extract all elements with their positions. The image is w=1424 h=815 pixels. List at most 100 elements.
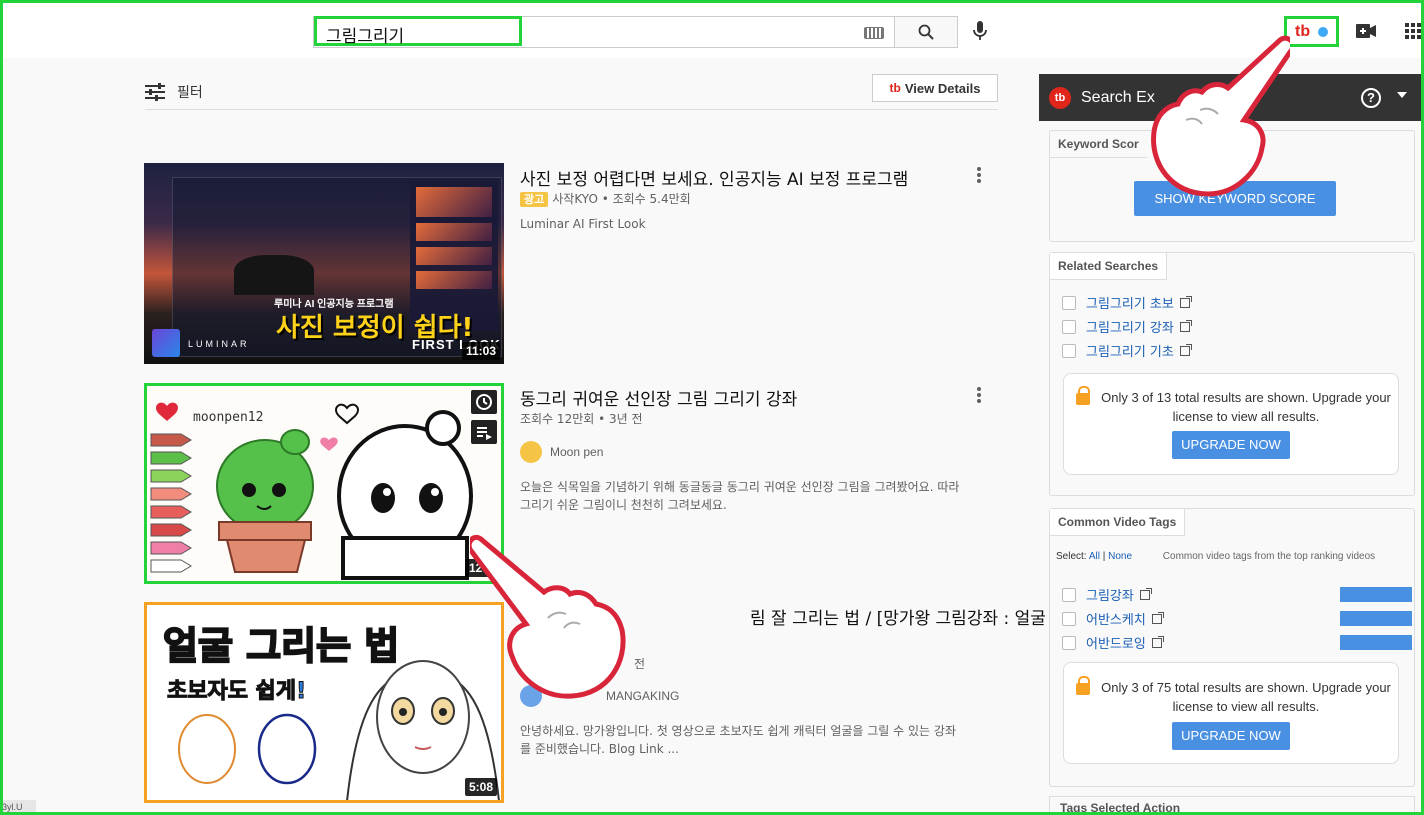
video-title[interactable]: 사진 보정 어렵다면 보세요. 인공지능 AI 보정 프로그램 <box>520 165 908 190</box>
channel-link[interactable]: Moon pen <box>520 441 603 463</box>
filter-label: 필터 <box>177 85 203 101</box>
tubebuddy-logo-icon: tb <box>1295 23 1311 40</box>
checkbox[interactable] <box>1062 587 1076 602</box>
video-subline: Luminar AI First Look <box>520 217 646 231</box>
video-meta-text: 사작KYO • 조회수 5.4만회 <box>552 192 691 206</box>
upgrade-now-button[interactable]: UPGRADE NOW <box>1172 431 1290 459</box>
create-video-icon[interactable] <box>1356 24 1376 38</box>
common-video-tags-tab[interactable]: Common Video Tags <box>1050 509 1186 536</box>
tags-hint: Common video tags from the top ranking v… <box>1162 551 1376 562</box>
avatar <box>520 441 542 463</box>
thumbnail-brand: LUMINAR <box>188 339 250 349</box>
video-thumbnail[interactable]: moonpen12 12:2 <box>144 383 504 584</box>
search-icon <box>918 24 934 40</box>
luminar-logo-icon <box>152 329 180 357</box>
tag-label[interactable]: 어반드로잉 <box>1086 633 1146 652</box>
upgrade-notice: Only 3 of 13 total results are shown. Up… <box>1063 373 1399 475</box>
apps-grid-icon[interactable] <box>1405 23 1421 39</box>
video-description: 오늘은 식목일을 기념하기 위해 동글동글 동그리 귀여운 선인장 그림을 그려… <box>520 478 1000 514</box>
upgrade-notice: Only 3 of 75 total results are shown. Up… <box>1063 662 1399 764</box>
related-search-item[interactable]: 그림그리기 기초 <box>1062 341 1192 360</box>
upgrade-now-button[interactable]: UPGRADE NOW <box>1172 722 1290 750</box>
video-description-line: 를 준비했습니다. Blog Link ... <box>520 742 679 756</box>
keyboard-icon[interactable] <box>864 27 884 39</box>
external-link-icon[interactable] <box>1179 343 1192 356</box>
upgrade-notice-text: Only 3 of 75 total results are shown. Up… <box>1101 680 1391 714</box>
tubebuddy-logo-icon: tb <box>1049 87 1071 109</box>
external-link-icon[interactable] <box>1139 587 1152 600</box>
tags-selected-panel: Tags Selected Action <box>1049 796 1415 815</box>
tag-score-bar <box>1340 587 1412 602</box>
select-separator: | <box>1102 551 1106 562</box>
status-dot-icon <box>1318 27 1328 37</box>
tag-score-bar <box>1340 635 1412 650</box>
select-label: Select: <box>1056 551 1087 562</box>
microphone-icon[interactable] <box>973 21 987 41</box>
filter-toggle[interactable]: 필터 <box>145 82 203 102</box>
related-search-item[interactable]: 그림그리기 강좌 <box>1062 317 1192 336</box>
video-title[interactable]: 동그리 귀여운 선인장 그림 그리기 강좌 <box>520 385 797 410</box>
lock-icon <box>1076 676 1090 695</box>
tag-item[interactable]: 어반드로잉 <box>1062 633 1412 652</box>
collapse-caret-icon[interactable] <box>1397 92 1407 98</box>
status-tooltip: 3yl.U <box>0 800 36 815</box>
related-search-label[interactable]: 그림그리기 강좌 <box>1086 317 1174 336</box>
related-search-label[interactable]: 그림그리기 기초 <box>1086 341 1174 360</box>
help-icon[interactable]: ? <box>1361 88 1381 108</box>
tag-select-controls: Select: All | None Common video tags fro… <box>1056 551 1375 562</box>
related-search-item[interactable]: 그림그리기 초보 <box>1062 293 1192 312</box>
checkbox[interactable] <box>1062 343 1076 358</box>
video-thumbnail[interactable]: 루미나 AI 인공지능 프로그램 사진 보정이 쉽다! FIRST LOOK L… <box>144 163 504 364</box>
checkbox[interactable] <box>1062 635 1076 650</box>
video-title[interactable]: 림 잘 그리는 법 / [망가왕 그림강좌 : 얼굴 <box>750 604 1046 629</box>
view-details-button[interactable]: tb View Details <box>872 74 998 102</box>
upgrade-notice-text: Only 3 of 13 total results are shown. Up… <box>1101 390 1391 424</box>
checkbox[interactable] <box>1062 295 1076 310</box>
add-to-queue-icon[interactable] <box>471 420 497 444</box>
external-link-icon[interactable] <box>1151 635 1164 648</box>
thumbnail-face-illustration <box>178 660 500 800</box>
related-searches-tab[interactable]: Related Searches <box>1050 253 1168 280</box>
related-searches-panel: Related Searches 그림그리기 초보 그림그리기 강좌 그림그리기… <box>1049 252 1415 496</box>
video-duration: 5:08 <box>464 778 497 796</box>
tag-label[interactable]: 그림강좌 <box>1086 585 1134 604</box>
pointing-hand-icon <box>1151 35 1290 197</box>
external-link-icon[interactable] <box>1151 611 1164 624</box>
search-input[interactable]: 그림그리기 <box>313 16 895 48</box>
external-link-icon[interactable] <box>1179 295 1192 308</box>
video-description-line: 그리기 쉬운 그림이니 천천히 그려보세요. <box>520 498 727 512</box>
video-thumbnail[interactable]: 얼굴 그리는 법 초보자도 쉽게! 5:08 <box>144 602 504 803</box>
channel-name: Moon pen <box>550 445 604 459</box>
external-link-icon[interactable] <box>1179 319 1192 332</box>
keyword-score-tab[interactable]: Keyword Scor <box>1050 131 1147 158</box>
checkbox[interactable] <box>1062 611 1076 626</box>
tags-selected-tab[interactable]: Tags Selected Action <box>1060 801 1180 815</box>
more-options-icon[interactable] <box>974 165 984 185</box>
ad-badge: 광고 <box>520 192 549 207</box>
common-video-tags-panel: Common Video Tags Select: All | None Com… <box>1049 508 1415 787</box>
thumbnail-tag: moonpen12 <box>193 410 264 425</box>
divider <box>145 109 998 110</box>
video-duration: 11:03 <box>461 342 500 360</box>
watch-later-icon[interactable] <box>471 390 497 414</box>
video-description-line: 오늘은 식목일을 기념하기 위해 동글동글 동그리 귀여운 선인장 그림을 그려… <box>520 480 960 494</box>
pointing-hand-icon <box>470 534 626 699</box>
video-description-line: 안녕하세요. 망가왕입니다. 첫 영상으로 초보자도 쉽게 캐릭터 얼굴을 그릴… <box>520 724 956 738</box>
search-button[interactable] <box>894 16 958 48</box>
tag-score-bar <box>1340 611 1412 626</box>
view-details-label: View Details <box>904 80 981 96</box>
tubebuddy-extension-button[interactable]: tb <box>1284 16 1339 47</box>
filter-sliders-icon <box>145 83 165 101</box>
tag-item[interactable]: 그림강좌 <box>1062 585 1412 604</box>
tag-label[interactable]: 어반스케치 <box>1086 609 1146 628</box>
checkbox[interactable] <box>1062 319 1076 334</box>
select-all-link[interactable]: All <box>1089 551 1100 562</box>
tag-item[interactable]: 어반스케치 <box>1062 609 1412 628</box>
video-description: 안녕하세요. 망가왕입니다. 첫 영상으로 초보자도 쉽게 캐릭터 얼굴을 그릴… <box>520 722 1000 758</box>
related-search-label[interactable]: 그림그리기 초보 <box>1086 293 1174 312</box>
more-options-icon[interactable] <box>974 385 984 405</box>
search-query: 그림그리기 <box>326 27 405 47</box>
thumbnail-rock <box>234 255 314 295</box>
select-none-link[interactable]: None <box>1108 551 1132 562</box>
video-meta: 광고 사작KYO • 조회수 5.4만회 <box>520 190 691 207</box>
